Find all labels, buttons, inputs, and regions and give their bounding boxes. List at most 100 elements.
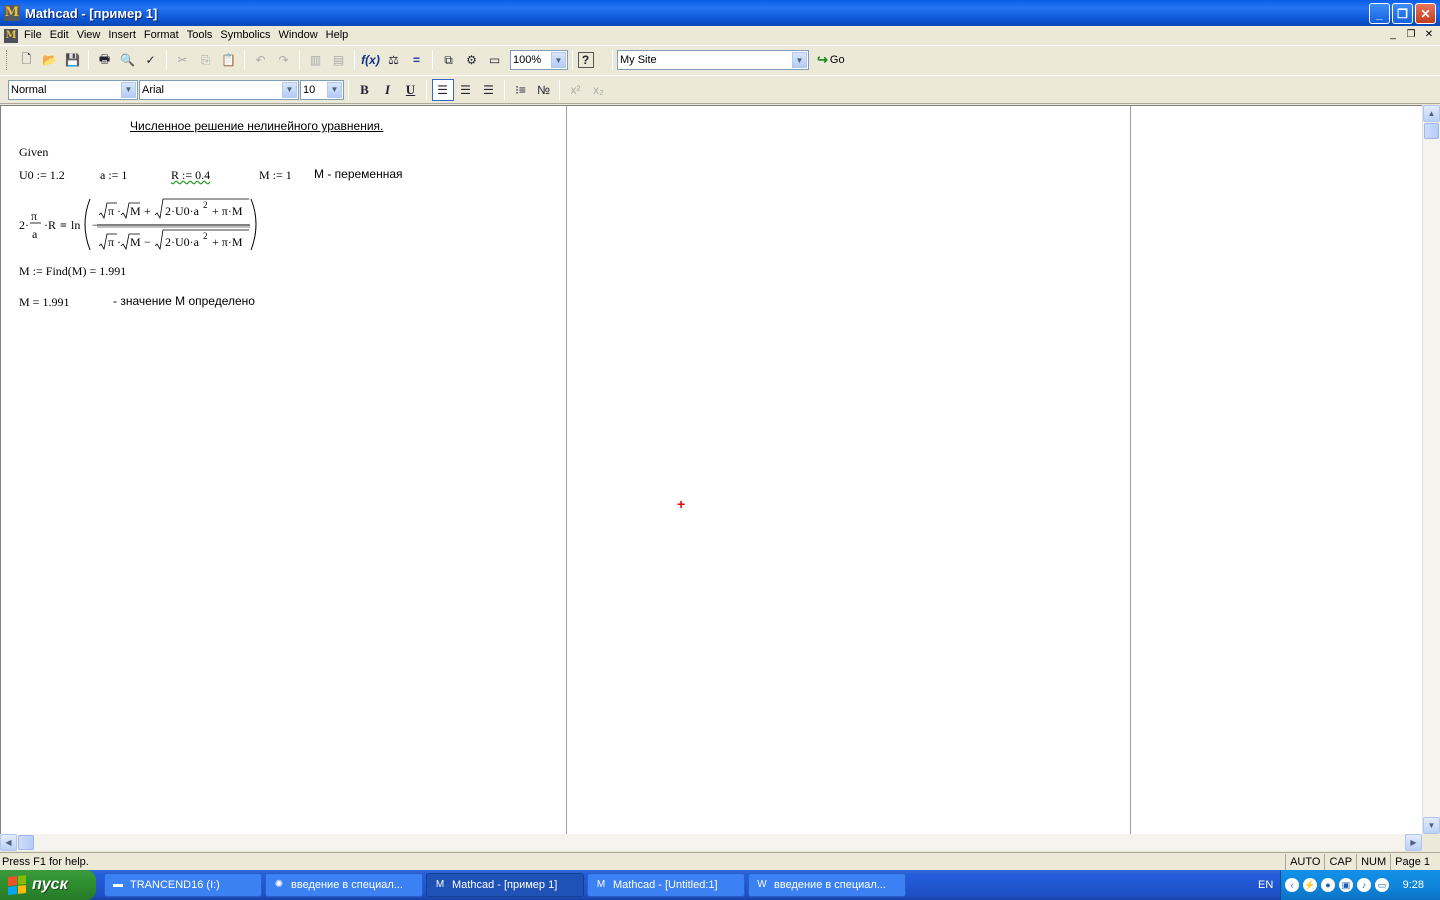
def-a[interactable]: a := 1 [100,168,127,183]
result-note[interactable]: - значение М определено [113,294,255,308]
taskbar-item-mathcad-active[interactable]: M Mathcad - [пример 1] [426,873,584,897]
align-right-icon[interactable]: ☰ [478,79,500,101]
print-icon[interactable]: 🖶 [94,49,116,71]
scroll-up-button[interactable]: ▲ [1423,105,1440,122]
vertical-scroll-thumb[interactable] [1424,123,1439,139]
document-icon[interactable]: M [4,28,18,43]
menu-edit[interactable]: Edit [48,26,75,45]
standard-toolbar: 🗋 📂 💾 🖶 🔍 ✓ ✂ ⎘ 📋 ↶ ↷ ▥ ▤ f(x) ⚖ = ⧉ ⚙ ▭… [0,45,1440,74]
start-button[interactable]: пуск [0,870,96,900]
worksheet[interactable]: Численное решение нелинейного уравнения.… [0,105,1422,834]
cut-icon[interactable]: ✂ [172,49,194,71]
chevron-down-icon[interactable]: ▼ [121,81,136,98]
print-preview-icon[interactable]: 🔍 [117,49,139,71]
minimize-button[interactable]: _ [1369,3,1390,24]
calculate-icon[interactable]: = [406,49,428,71]
horizontal-scroll-thumb[interactable] [18,835,34,850]
tray-volume-icon[interactable]: ♪ [1357,878,1371,892]
language-indicator[interactable]: EN [1258,879,1273,891]
doc-minimize-button[interactable]: _ [1386,28,1400,42]
toolbar-grip[interactable] [6,50,9,70]
resources-icon[interactable]: ▭ [484,49,506,71]
chevron-down-icon[interactable]: ▼ [327,81,342,98]
tray-expand-icon[interactable]: ‹ [1285,878,1299,892]
subscript-icon[interactable]: x₂ [588,79,610,101]
svg-text:+: + [144,204,151,218]
zoom-select[interactable]: 100% ▼ [510,50,568,70]
taskbar-item-mathcad-untitled[interactable]: M Mathcad - [Untitled:1] [587,873,745,897]
title-bar: M Mathcad - [пример 1] _ ❐ ✕ [0,0,1440,26]
copy-icon[interactable]: ⎘ [195,49,217,71]
align-down-icon[interactable]: ▤ [328,49,350,71]
font-select[interactable]: Arial ▼ [139,79,299,100]
tray-antivirus-icon[interactable]: ● [1321,878,1335,892]
go-button[interactable]: ↪ Go [817,52,845,68]
worksheet-heading[interactable]: Численное решение нелинейного уравнения. [130,119,383,133]
def-r[interactable]: R := 0.4 [171,168,210,183]
paste-icon[interactable]: 📋 [218,49,240,71]
result-expression[interactable]: M = 1.991 [19,295,69,310]
restore-button[interactable]: ❐ [1392,3,1413,24]
spell-check-icon[interactable]: ✓ [140,49,162,71]
given-keyword[interactable]: Given [19,145,48,160]
bullet-list-icon[interactable]: ⁝≡ [510,79,532,101]
mathcad-app-icon[interactable]: M [4,5,20,21]
horizontal-scrollbar[interactable]: ◀ ▶ [0,834,1422,851]
open-folder-icon[interactable]: 📂 [39,49,61,71]
insert-unit-icon[interactable]: ⚖ [383,49,405,71]
site-select[interactable]: My Site ▼ [617,50,809,70]
taskbar-item-word[interactable]: W введение в специал... [748,873,906,897]
find-expression[interactable]: M := Find(M) = 1.991 [19,264,126,279]
numbered-list-icon[interactable]: № [533,79,555,101]
tray-monitor-icon[interactable]: ▭ [1375,878,1389,892]
doc-restore-button[interactable]: ❐ [1404,28,1418,42]
scroll-left-button[interactable]: ◀ [0,834,17,851]
menu-file[interactable]: File [22,26,48,45]
doc-close-button[interactable]: ✕ [1422,28,1436,42]
clock[interactable]: 9:28 [1403,879,1424,891]
scroll-corner [1422,834,1440,851]
menu-window[interactable]: Window [277,26,324,45]
menu-format[interactable]: Format [142,26,185,45]
redo-icon[interactable]: ↷ [273,49,295,71]
save-icon[interactable]: 💾 [62,49,84,71]
tray-network-icon[interactable]: ⚡ [1303,878,1317,892]
align-center-icon[interactable]: ☰ [455,79,477,101]
def-u0[interactable]: U0 := 1.2 [19,168,65,183]
help-icon[interactable]: ? [577,52,594,68]
tray-display-icon[interactable]: ▣ [1339,878,1353,892]
insert-component-icon[interactable]: ⧉ [438,49,460,71]
align-left-icon[interactable]: ☰ [431,78,454,101]
equation-region[interactable]: 2· π a ·R = ln − π · M + 2·U0·a 2 + π·M [17,194,262,254]
chevron-down-icon[interactable]: ▼ [282,81,297,98]
menu-tools[interactable]: Tools [185,26,219,45]
scroll-down-button[interactable]: ▼ [1423,817,1440,834]
chevron-down-icon[interactable]: ▼ [551,52,566,68]
superscript-icon[interactable]: x² [565,79,587,101]
font-size-select[interactable]: 10 ▼ [300,79,344,100]
chevron-down-icon[interactable]: ▼ [792,52,807,68]
run-script-icon[interactable]: ⚙ [461,49,483,71]
go-arrow-icon: ↪ [817,52,828,67]
def-m[interactable]: M := 1 [259,168,292,183]
menu-view[interactable]: View [75,26,107,45]
menu-insert[interactable]: Insert [106,26,142,45]
style-value: Normal [11,83,47,96]
new-document-icon[interactable]: 🗋 [16,49,38,71]
taskbar-item-doc1[interactable]: ✺ введение в специал... [265,873,423,897]
underline-button[interactable]: U [400,79,422,101]
bold-button[interactable]: B [354,79,376,101]
taskbar-item-drive[interactable]: ▬ TRANCEND16 (I:) [104,873,262,897]
close-button[interactable]: ✕ [1415,3,1436,24]
menu-symbolics[interactable]: Symbolics [218,26,276,45]
menu-help[interactable]: Help [324,26,355,45]
undo-icon[interactable]: ↶ [250,49,272,71]
vertical-scrollbar[interactable]: ▲ ▼ [1422,105,1440,834]
style-select[interactable]: Normal ▼ [8,79,138,100]
italic-button[interactable]: I [377,79,399,101]
align-across-icon[interactable]: ▥ [305,49,327,71]
insert-function-icon[interactable]: f(x) [360,49,382,71]
defs-note[interactable]: M - переменная [314,167,403,181]
menu-bar: M File Edit View Insert Format Tools Sym… [0,26,1440,45]
scroll-right-button[interactable]: ▶ [1405,834,1422,851]
